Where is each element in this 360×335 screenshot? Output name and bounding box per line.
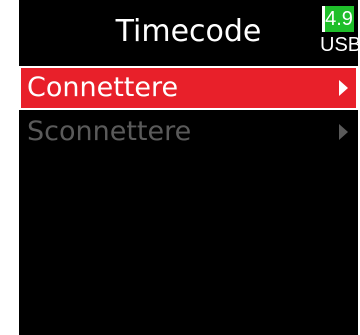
chevron-right-icon bbox=[339, 124, 348, 140]
menu-list: Connettere Sconnettere bbox=[19, 66, 358, 154]
device-screen: Timecode 4.9 USB Connettere Sconnettere bbox=[19, 0, 358, 335]
menu-item-connect[interactable]: Connettere bbox=[19, 66, 358, 110]
page-title: Timecode bbox=[115, 14, 262, 49]
menu-item-label: Connettere bbox=[27, 72, 179, 103]
menu-item-disconnect[interactable]: Sconnettere bbox=[19, 110, 358, 154]
header: Timecode 4.9 USB bbox=[19, 0, 358, 66]
battery-voltage: 4.9 bbox=[325, 8, 353, 30]
menu-item-label: Sconnettere bbox=[27, 116, 192, 147]
battery-indicator: 4.9 USB bbox=[320, 6, 358, 58]
power-source-label: USB bbox=[320, 34, 358, 56]
chevron-right-icon bbox=[339, 80, 348, 96]
